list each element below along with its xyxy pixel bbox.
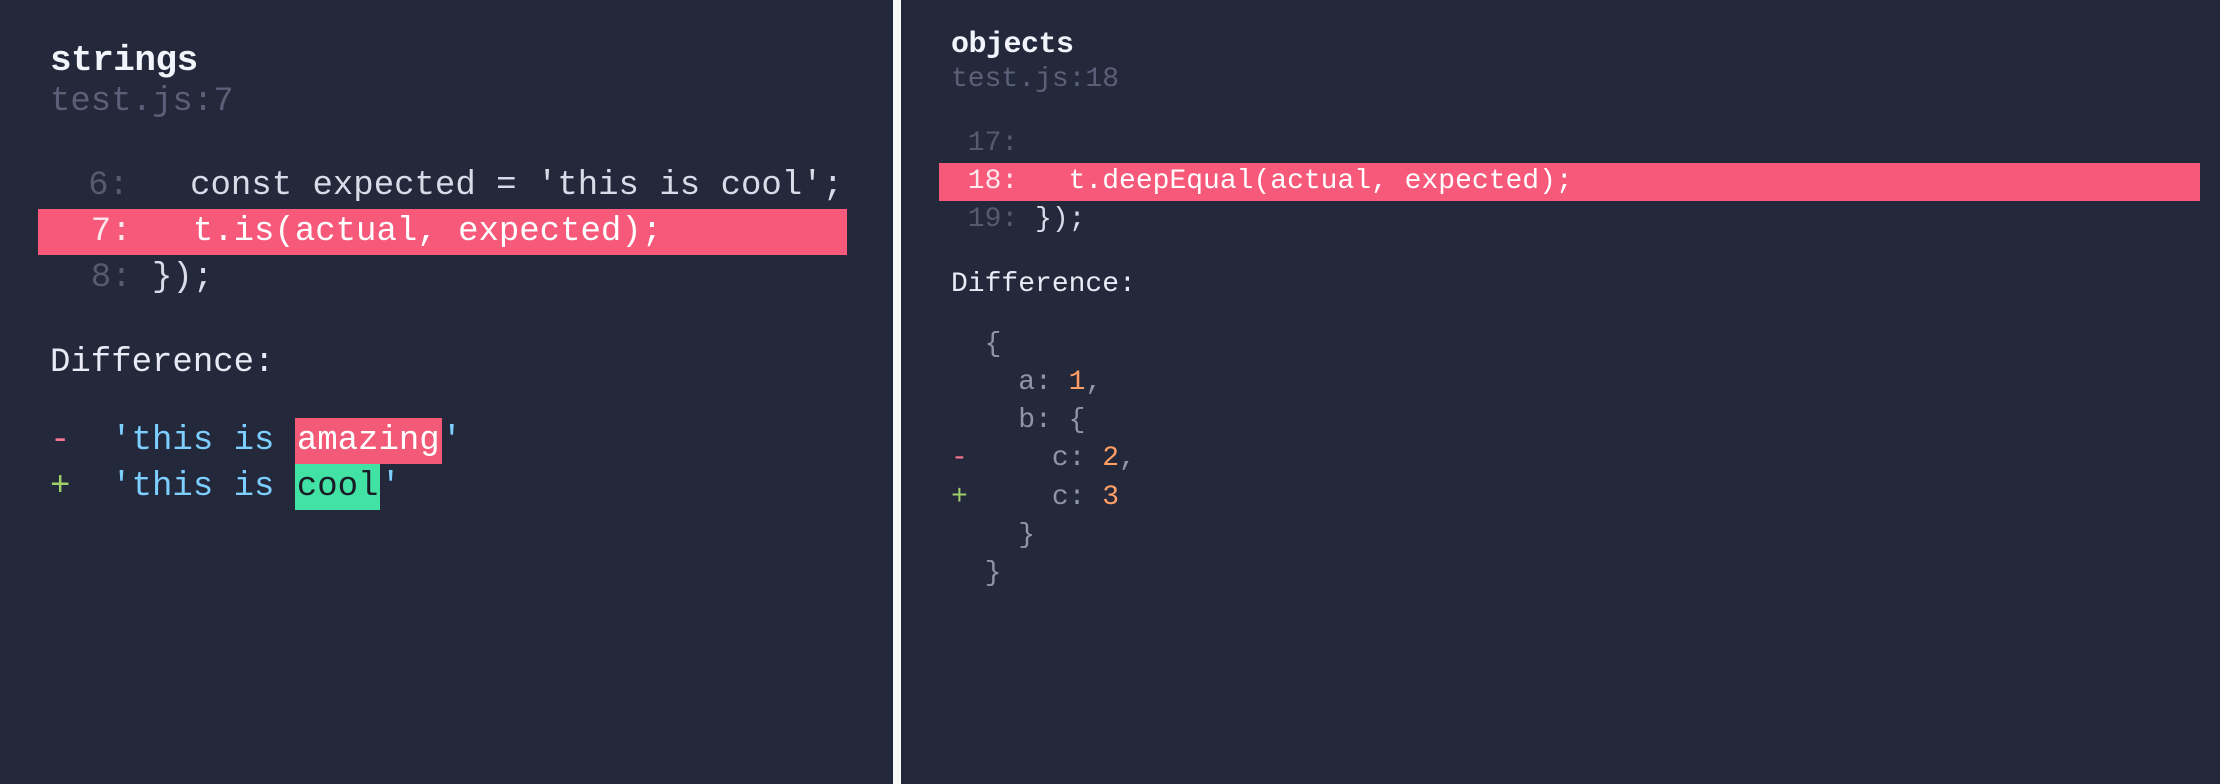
code-text: }); [132,255,214,301]
code-line: 6: const expected = 'this is cool'; [50,163,843,209]
line-number: 17 [951,125,1001,163]
diff-removed-highlight: amazing [295,418,442,464]
obj-line: } [951,555,2170,593]
code-line: 19: }); [951,201,2170,239]
obj-line: b: { [951,402,2170,440]
code-line: 17: [951,125,2170,163]
line-number: 18 [951,163,1001,201]
code-text: t.is(actual, expected); [132,209,663,255]
test-location-objects: test.js:18 [951,64,2170,95]
code-text: t.deepEqual(actual, expected); [1018,163,1573,201]
difference-label: Difference: [951,269,2170,300]
pane-divider [893,0,901,784]
plus-icon: + [50,464,91,510]
code-line: 8: }); [50,255,843,301]
minus-icon: - [951,440,985,478]
test-title-strings: strings [50,40,843,81]
diff-line-added: + 'this is cool' [50,464,843,510]
test-location-strings: test.js:7 [50,83,843,121]
line-number: 19 [951,201,1001,239]
code-line-highlighted: 18: t.deepEqual(actual, expected); [939,163,2200,201]
pane-strings: strings test.js:7 6: const expected = 't… [0,0,893,784]
code-text: }); [1018,201,1085,239]
minus-icon: - [50,418,91,464]
obj-line: } [951,517,2170,555]
object-diff: { a: 1, b: { - c: 2, + c: 3 } } [951,326,2170,593]
diff-line-removed: - 'this is amazing' [50,418,843,464]
line-number: 8 [50,255,111,301]
string-diff: - 'this is amazing' + 'this is cool' [50,418,843,510]
diff-added-highlight: cool [295,464,381,510]
test-title-objects: objects [951,28,2170,62]
code-snippet-objects: 17: 18: t.deepEqual(actual, expected); 1… [951,125,2170,239]
difference-label: Difference: [50,344,843,382]
obj-line: a: 1, [951,364,2170,402]
code-text: const expected = 'this is cool'; [129,163,843,209]
pane-objects: objects test.js:18 17: 18: t.deepEqual(a… [901,0,2220,784]
line-number: 6 [50,163,108,209]
plus-icon: + [951,479,985,517]
code-line-highlighted: 7: t.is(actual, expected); [38,209,847,255]
obj-line: { [951,326,2170,364]
code-snippet-strings: 6: const expected = 'this is cool'; 7: t… [50,163,843,302]
obj-diff-added: + c: 3 [951,479,2170,517]
obj-diff-removed: - c: 2, [951,440,2170,478]
line-number: 7 [50,209,111,255]
